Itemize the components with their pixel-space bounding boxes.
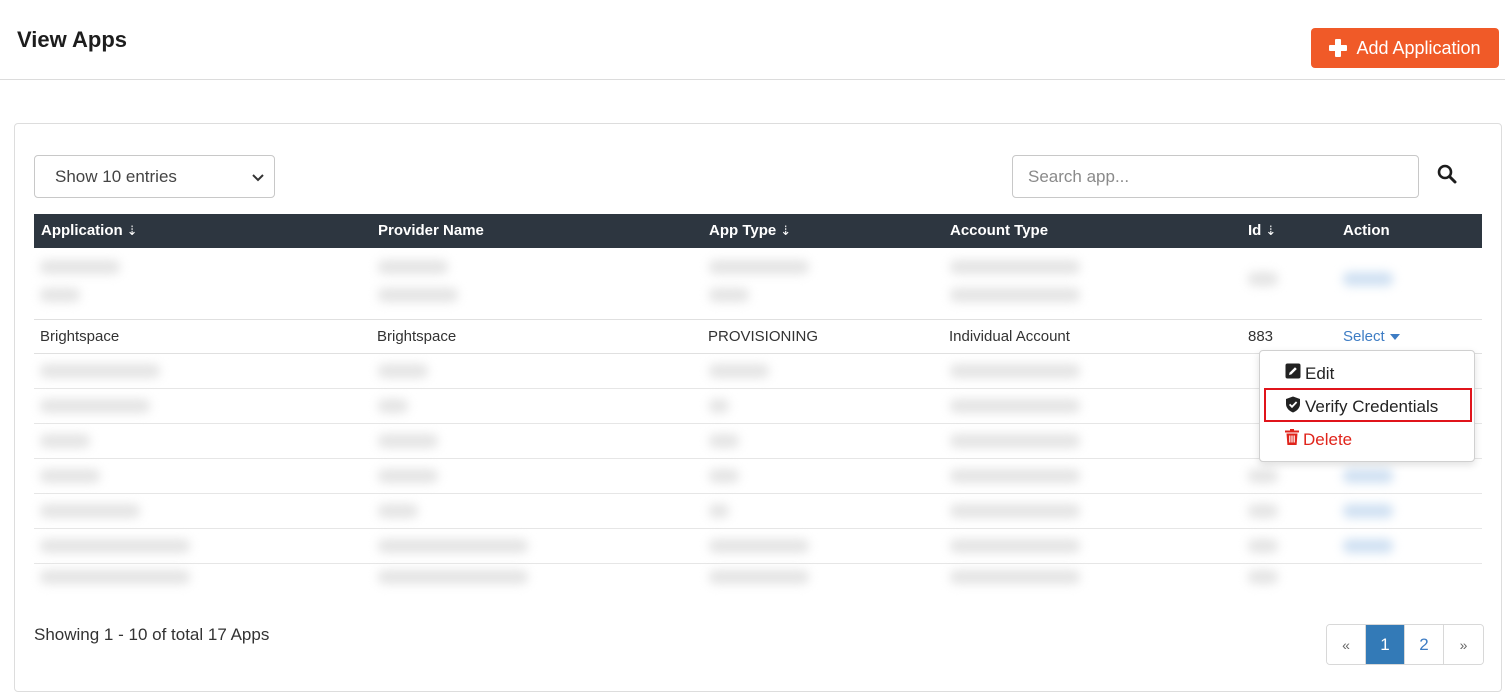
plus-icon — [1329, 39, 1348, 57]
pagination-prev[interactable]: « — [1327, 625, 1366, 664]
pagination-page-1[interactable]: 1 — [1366, 625, 1405, 664]
table-row — [34, 248, 1482, 319]
table-row — [34, 494, 1482, 529]
pagination: « 1 2 » — [1326, 624, 1484, 665]
page-title: View Apps — [17, 27, 128, 52]
cell-account-type: Individual Account — [949, 328, 1070, 345]
cell-app-type: PROVISIONING — [708, 328, 819, 345]
cell-id: 883 — [1248, 328, 1274, 345]
column-header-provider-name: Provider Name — [378, 214, 484, 248]
caret-down-icon — [1389, 334, 1400, 340]
trash-icon — [1285, 429, 1299, 450]
menu-item-label: Delete — [1303, 429, 1353, 449]
menu-item-delete[interactable]: Delete — [1285, 429, 1352, 450]
column-header-label: Provider Name — [378, 222, 484, 239]
top-bar: View Apps Add Application — [0, 0, 1505, 80]
add-application-button[interactable]: Add Application — [1311, 28, 1499, 68]
table-row: Brightspace Brightspace PROVISIONING Ind… — [34, 319, 1482, 354]
column-header-label: Application — [41, 222, 123, 239]
cell-provider-name: Brightspace — [377, 328, 457, 345]
edit-icon — [1285, 363, 1301, 384]
pagination-page-2[interactable]: 2 — [1405, 625, 1444, 664]
add-application-label: Add Application — [1356, 37, 1481, 58]
search-input[interactable] — [1012, 155, 1419, 198]
menu-item-label: Edit — [1305, 363, 1335, 383]
table-row — [34, 564, 1482, 590]
cell-application: Brightspace — [40, 328, 120, 345]
column-header-label: Action — [1343, 222, 1390, 239]
entries-select[interactable]: Show 10 entries — [34, 155, 275, 198]
action-select-dropdown[interactable]: Select — [1343, 320, 1400, 354]
sort-icon: ⇣ — [126, 223, 138, 238]
column-header-id[interactable]: Id ⇣ — [1248, 214, 1276, 248]
column-header-label: Account Type — [950, 222, 1049, 239]
menu-item-edit[interactable]: Edit — [1285, 363, 1334, 384]
pagination-next[interactable]: » — [1444, 625, 1483, 664]
highlight-box — [1264, 388, 1472, 422]
column-header-account-type: Account Type — [950, 214, 1048, 248]
sort-icon: ⇣ — [1265, 223, 1277, 238]
table-header: Application ⇣ Provider Name App Type ⇣ A… — [34, 214, 1482, 248]
column-header-action: Action — [1343, 214, 1390, 248]
action-select-label: Select — [1343, 328, 1385, 345]
entries-select-value: Show 10 entries — [55, 166, 177, 186]
column-header-application[interactable]: Application ⇣ — [41, 214, 138, 248]
search-icon[interactable] — [1437, 164, 1459, 186]
chevron-down-icon — [252, 169, 264, 185]
sort-icon: ⇣ — [780, 223, 792, 238]
column-header-app-type[interactable]: App Type ⇣ — [709, 214, 791, 248]
table-row — [34, 529, 1482, 564]
table-row — [34, 459, 1482, 494]
column-header-label: Id — [1248, 222, 1262, 239]
table-info: Showing 1 - 10 of total 17 Apps — [34, 625, 270, 644]
column-header-label: App Type — [709, 222, 777, 239]
